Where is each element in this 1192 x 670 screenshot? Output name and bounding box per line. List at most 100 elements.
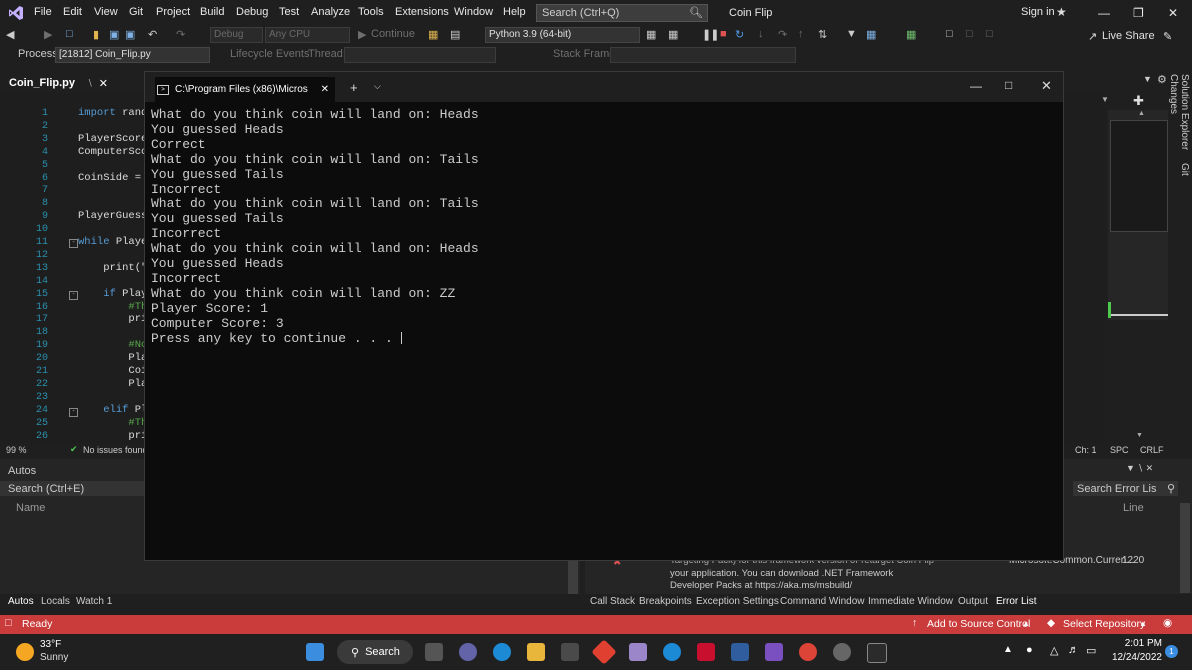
code-line[interactable]: #Th [78,417,147,429]
code-line[interactable]: #No [78,339,147,351]
next-bookmark-icon[interactable]: □ [986,28,993,40]
menu-build[interactable]: Build [200,6,224,18]
zoom-level[interactable]: 99 % [6,445,27,455]
line-ending-indicator[interactable]: CRLF [1140,445,1164,455]
battery-icon[interactable]: ▭ [1086,644,1096,657]
tab-output[interactable]: Output [958,596,988,607]
settings-gear-icon[interactable]: ⚙ [1157,73,1167,86]
terminal-app-icon[interactable] [867,643,887,663]
console-tab[interactable]: > C:\Program Files (x86)\Micros ✕ [155,77,335,102]
open-folder-icon[interactable]: ▮ [93,28,99,41]
whitespace-indicator[interactable]: SPC [1110,445,1129,455]
console-maximize-icon[interactable]: □ [1005,78,1012,92]
layout-icon[interactable]: ▤ [450,28,460,41]
filter-icon[interactable]: ▼ [846,28,857,40]
console-titlebar[interactable]: > C:\Program Files (x86)\Micros ✕ + ⌵ — … [145,72,1063,102]
fold-toggle[interactable]: - [69,291,78,300]
menu-git[interactable]: Git [129,6,143,18]
autos-search-input[interactable]: Search (Ctrl+E) [0,481,145,496]
minimize-icon[interactable]: — [1098,6,1110,20]
tab-exception-settings[interactable]: Exception Settings [696,596,779,607]
step-out-icon[interactable]: ↑ [798,28,804,40]
menu-project[interactable]: Project [156,6,190,18]
stack-frame-select[interactable] [610,47,796,63]
tab-breakpoints[interactable]: Breakpoints [639,596,692,607]
code-line[interactable]: pri [78,313,147,325]
menu-edit[interactable]: Edit [63,6,82,18]
tab-command-window[interactable]: Command Window [780,596,864,607]
menu-window[interactable]: Window [454,6,493,18]
stop-icon[interactable]: ■ [720,28,727,40]
menu-view[interactable]: View [94,6,118,18]
edge-icon[interactable] [493,643,511,661]
back-icon[interactable]: ◀ [6,28,14,41]
console-output[interactable]: What do you think coin will land on: Hea… [151,107,479,347]
process-select[interactable]: [21812] Coin_Flip.py [55,47,210,63]
tab-call-stack[interactable]: Call Stack [590,596,635,607]
new-project-icon[interactable]: □ [66,28,73,40]
clock-time[interactable]: 2:01 PM [1110,638,1162,649]
code-line[interactable]: ComputerSco [78,146,147,158]
continue-button[interactable]: Continue [371,28,415,40]
code-line[interactable]: PlayerGuess [78,210,147,222]
configuration-select[interactable]: Debug [210,27,263,43]
prev-bookmark-icon[interactable]: □ [966,28,973,40]
code-line[interactable]: CoinSide = [78,172,147,184]
hot-reload-icon[interactable]: ⇅ [818,28,827,41]
split-add-icon[interactable]: ✚ [1133,93,1144,109]
tab-dropdown-icon[interactable]: ▼ [1143,74,1152,84]
tab-immediate-window[interactable]: Immediate Window [868,596,953,607]
add-to-source-control-button[interactable]: Add to Source Control [927,618,1030,630]
minimap[interactable] [1108,110,1168,320]
restart-icon[interactable]: ↻ [735,28,744,41]
autos-scrollbar[interactable] [568,559,578,594]
chrome-icon[interactable] [799,643,817,661]
menu-test[interactable]: Test [279,6,299,18]
fold-toggle[interactable]: - [69,408,78,417]
code-line[interactable]: if Play [78,288,147,300]
app-red-icon[interactable] [591,639,617,665]
pin-icon[interactable]: ∖ [87,78,93,89]
visual-studio-icon[interactable] [765,643,783,661]
weather-temp[interactable]: 33°F [40,639,61,650]
account-icon[interactable]: ✎ [1163,30,1172,43]
weather-icon[interactable] [16,643,34,661]
sign-in-link[interactable]: Sign in [1021,6,1055,18]
code-line[interactable]: #Th [78,301,147,313]
app-gray-icon[interactable] [833,643,851,661]
tab-locals[interactable]: Locals [41,596,70,607]
app-blue-icon[interactable] [731,643,749,661]
autos-name-column[interactable]: Name [16,502,45,514]
menu-debug[interactable]: Debug [236,6,268,18]
window-layout-icon[interactable]: ▦ [668,28,678,41]
console-window[interactable]: > C:\Program Files (x86)\Micros ✕ + ⌵ — … [144,71,1064,561]
tab-error-list[interactable]: Error List [996,596,1037,607]
env-icon[interactable]: ▦ [646,28,656,41]
tray-expand-icon[interactable]: ▲ [1003,644,1013,655]
start-icon[interactable] [306,643,324,661]
scroll-up-icon[interactable]: ▲ [1138,110,1145,117]
feedback-icon[interactable]: ★ [1056,5,1067,19]
console-close-icon[interactable]: ✕ [1041,78,1052,94]
step-into-icon[interactable]: ↓ [758,28,764,40]
live-share-button[interactable]: Live Share [1102,30,1155,42]
search-input[interactable]: Search (Ctrl+Q) 🔍︎ [536,4,708,22]
weather-desc[interactable]: Sunny [40,652,68,663]
menu-file[interactable]: File [34,6,52,18]
tab-watch-1[interactable]: Watch 1 [76,596,112,607]
pause-icon[interactable]: ❚❚ [702,28,719,41]
platform-select[interactable]: Any CPU [265,27,350,43]
python-environment-select[interactable]: Python 3.9 (64-bit) [485,27,640,43]
code-line[interactable]: PlayerScore [78,133,147,145]
lifecycle-events-button[interactable]: Lifecycle Events [230,48,309,60]
notifications-icon[interactable]: ◉ [1163,617,1172,629]
taskbar-search-button[interactable]: ⚲ Search [337,640,413,664]
browser-icon[interactable] [663,643,681,661]
file-explorer-icon[interactable] [527,643,545,661]
tab-dropdown-icon[interactable]: ⌵ [374,81,381,92]
attach-icon[interactable]: ▦ [428,28,438,41]
code-line[interactable]: print(" [78,262,147,274]
task-view-icon[interactable] [425,643,443,661]
bookmark-icon[interactable]: □ [946,28,953,40]
volume-icon[interactable]: ♬ [1068,644,1079,656]
